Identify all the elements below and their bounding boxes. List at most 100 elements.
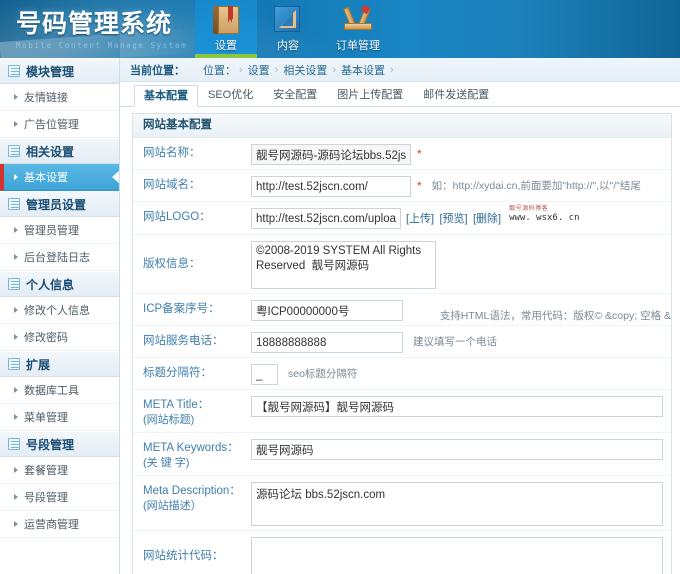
list-icon [8, 438, 20, 450]
breadcrumb-link-basic-settings[interactable]: 基本设置 [341, 62, 385, 78]
sidebar-group-label: 扩展 [26, 356, 50, 373]
settings-panel: 网站基本配置 网站名称： * 网站域名： * 如：http://xydai. [132, 113, 672, 574]
nav-item-orders-label: 订单管理 [336, 37, 380, 53]
sidebar-item-label: 修改个人信息 [24, 302, 90, 318]
sidebar-item-edit-profile[interactable]: 修改个人信息 [0, 297, 119, 324]
delete-link[interactable]: [删除] [473, 213, 501, 225]
field-row-meta-description: Meta Description： (网站描述） [133, 476, 671, 531]
tab-image-upload-config[interactable]: 图片上传配置 [327, 84, 413, 106]
breadcrumb-link-related-settings[interactable]: 相关设置 [283, 62, 327, 78]
title-separator-input[interactable] [251, 364, 278, 385]
breadcrumb: 当前位置： 位置： › 设置 › 相关设置 › 基本设置 › [120, 58, 680, 82]
sidebar-item-package-management[interactable]: 套餐管理 [0, 457, 119, 484]
sidebar-item-label: 号段管理 [24, 489, 68, 505]
sidebar-item-label: 套餐管理 [24, 462, 68, 478]
app-subtitle: Mobile Content Manage System [16, 41, 187, 50]
meta-description-textarea[interactable] [251, 482, 663, 526]
tab-security-config[interactable]: 安全配置 [263, 84, 327, 106]
sidebar-item-basic-settings[interactable]: 基本设置 [0, 164, 119, 191]
sidebar-item-label: 后台登陆日志 [24, 249, 90, 265]
sidebar-item-segment-management[interactable]: 号段管理 [0, 484, 119, 511]
sidebar-group-admin-settings[interactable]: 管理员设置 [0, 191, 119, 217]
list-icon [8, 65, 20, 77]
tab-bar: 基本配置 SEO优化 安全配置 图片上传配置 邮件发送配置 [120, 82, 680, 107]
meta-title-label-main: META Title： [143, 399, 209, 411]
sidebar-item-friendly-links[interactable]: 友情链接 [0, 84, 119, 111]
service-phone-hint: 建议填写一个电话 [413, 332, 497, 352]
sidebar-item-ad-slots[interactable]: 广告位管理 [0, 111, 119, 138]
required-marker: * [417, 176, 422, 196]
sidebar-group-label: 个人信息 [26, 276, 74, 293]
meta-keywords-label: META Keywords： (关 键 字) [133, 437, 251, 471]
admin-page: 号码管理系统 Mobile Content Manage System 设置 内 [0, 0, 680, 574]
chevron-right-icon [14, 254, 18, 260]
required-marker: * [417, 144, 422, 164]
chevron-right-icon [14, 387, 18, 393]
nav-item-content-label: 内容 [277, 37, 299, 53]
sidebar-group-related-settings[interactable]: 相关设置 [0, 138, 119, 164]
tab-seo-optimization[interactable]: SEO优化 [198, 84, 263, 106]
ruler-icon [273, 5, 303, 35]
meta-title-input[interactable] [251, 396, 663, 417]
meta-title-label: META Title： (网站标题) [133, 394, 251, 428]
site-logo-input[interactable] [251, 208, 401, 229]
icp-input[interactable] [251, 300, 403, 321]
chevron-right-icon [14, 414, 18, 420]
copyright-textarea[interactable] [251, 241, 436, 289]
breadcrumb-separator: › [332, 64, 336, 76]
sidebar-item-carrier-management[interactable]: 运营商管理 [0, 511, 119, 538]
sidebar-group-personal-info[interactable]: 个人信息 [0, 271, 119, 297]
list-icon [8, 198, 20, 210]
sidebar-item-change-password[interactable]: 修改密码 [0, 324, 119, 351]
book-icon [211, 5, 241, 35]
app-header: 号码管理系统 Mobile Content Manage System 设置 内 [0, 0, 680, 58]
stat-code-label: 网站统计代码： [133, 549, 251, 564]
content-area: 当前位置： 位置： › 设置 › 相关设置 › 基本设置 › 基本配置 SEO优… [120, 58, 680, 574]
preview-link[interactable]: [预览] [439, 213, 467, 225]
sidebar-group-label: 相关设置 [26, 143, 74, 160]
field-row-site-logo: 网站LOGO： [上传] [预览] [删除] 靓号源码博客 www. wsx6.… [133, 202, 671, 235]
site-domain-hint: 如：http://xydai.cn,前面要加"http://",以"/"结尾 [432, 176, 641, 196]
nav-item-settings-label: 设置 [215, 37, 237, 53]
meta-description-label-main: Meta Description： [143, 485, 241, 497]
breadcrumb-link-settings[interactable]: 设置 [248, 62, 270, 78]
sidebar-group-label: 管理员设置 [26, 196, 86, 213]
upload-link[interactable]: [上传] [406, 213, 434, 225]
nav-item-orders[interactable]: 订单管理 [319, 0, 397, 58]
panel-title: 网站基本配置 [133, 114, 671, 138]
tab-basic-config[interactable]: 基本配置 [134, 85, 198, 107]
sidebar-item-database-tools[interactable]: 数据库工具 [0, 377, 119, 404]
field-row-service-phone: 网站服务电话： 建议填写一个电话 [133, 326, 671, 358]
meta-keywords-label-main: META Keywords： [143, 442, 239, 454]
field-row-copyright: 版权信息： 支持HTML语法，常用代码：版权© &copy; 空格 & [133, 235, 671, 294]
sidebar-item-label: 修改密码 [24, 329, 68, 345]
stat-code-textarea[interactable] [251, 537, 663, 574]
app-logo: 号码管理系统 Mobile Content Manage System [16, 10, 187, 50]
sidebar-item-label: 菜单管理 [24, 409, 68, 425]
site-name-input[interactable] [251, 144, 411, 165]
sidebar-item-login-log[interactable]: 后台登陆日志 [0, 244, 119, 271]
breadcrumb-separator: › [275, 64, 279, 76]
sidebar-item-label: 友情链接 [24, 89, 68, 105]
sidebar-group-number-segment[interactable]: 号段管理 [0, 431, 119, 457]
nav-item-content[interactable]: 内容 [257, 0, 319, 58]
site-logo-label: 网站LOGO： [133, 206, 251, 225]
tab-mail-send-config[interactable]: 邮件发送配置 [413, 84, 499, 106]
chevron-right-icon [14, 121, 18, 127]
breadcrumb-separator: › [390, 64, 394, 76]
top-navigation: 设置 内容 订单管理 [195, 0, 397, 58]
site-name-label: 网站名称： [133, 142, 251, 161]
nav-item-settings[interactable]: 设置 [195, 0, 257, 58]
site-domain-label: 网站域名： [133, 174, 251, 193]
chevron-right-icon [14, 174, 18, 180]
sidebar-group-extensions[interactable]: 扩展 [0, 351, 119, 377]
sidebar-item-admin-management[interactable]: 管理员管理 [0, 217, 119, 244]
meta-description-label-sub: (网站描述） [143, 499, 243, 514]
sidebar-item-menu-management[interactable]: 菜单管理 [0, 404, 119, 431]
meta-description-label: Meta Description： (网站描述） [133, 480, 251, 514]
chevron-right-icon [14, 494, 18, 500]
site-domain-input[interactable] [251, 176, 411, 197]
service-phone-input[interactable] [251, 332, 403, 353]
sidebar-group-module-management[interactable]: 模块管理 [0, 58, 119, 84]
meta-keywords-input[interactable] [251, 439, 663, 460]
